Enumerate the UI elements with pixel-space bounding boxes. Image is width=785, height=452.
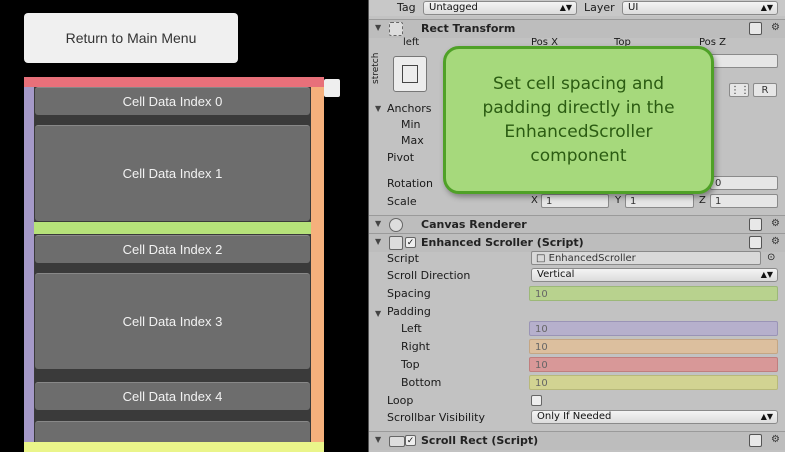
scrollbar-visibility-dropdown[interactable]: Only If Needed ▲▼ — [531, 410, 778, 424]
dropdown-arrow-icon: ▲▼ — [760, 270, 773, 279]
help-book-icon[interactable] — [749, 434, 762, 447]
padding-top-label: Top — [401, 358, 420, 371]
scrollbar-visibility-label: Scrollbar Visibility — [387, 411, 485, 424]
scroll-direction-label: Scroll Direction — [387, 269, 471, 282]
rect-transform-icon — [389, 22, 403, 36]
scale-z-label: Z — [699, 195, 706, 206]
collapse-triangle-icon[interactable]: ▼ — [375, 237, 381, 246]
gear-icon[interactable]: ⚙ — [771, 236, 780, 247]
rotation-label: Rotation — [387, 177, 434, 190]
posz-field[interactable] — [709, 54, 778, 68]
loop-checkbox[interactable] — [531, 395, 542, 406]
cell-item[interactable]: Cell Data Index 2 — [35, 235, 310, 263]
help-book-icon[interactable] — [749, 22, 762, 35]
return-to-main-menu-button[interactable]: Return to Main Menu — [24, 13, 238, 63]
component-title: Enhanced Scroller (Script) — [421, 236, 584, 249]
padding-top-indicator — [24, 77, 324, 87]
spacing-indicator — [34, 222, 311, 234]
gear-icon[interactable]: ⚙ — [771, 22, 780, 33]
tag-label: Tag — [397, 1, 416, 14]
padding-bottom-label: Bottom — [401, 376, 442, 389]
left-label: left — [403, 37, 420, 48]
anchor-min-label: Min — [401, 118, 421, 131]
scroller-view[interactable]: Cell Data Index 0 Cell Data Index 1 Cell… — [24, 77, 324, 452]
scroll-direction-dropdown[interactable]: Vertical ▲▼ — [531, 268, 778, 282]
padding-right-indicator — [311, 87, 324, 452]
anchor-preset-icon — [402, 65, 418, 83]
padding-right-field[interactable]: 10 — [529, 339, 778, 354]
scale-z-field[interactable]: 1 — [710, 194, 778, 208]
raw-edit-button[interactable]: R — [753, 83, 777, 97]
padding-left-field[interactable]: 10 — [529, 321, 778, 336]
enhanced-scroller-header[interactable]: ▼ ✓ Enhanced Scroller (Script) ⚙ — [369, 233, 785, 252]
canvas-renderer-header[interactable]: ▼ Canvas Renderer ⚙ — [369, 215, 785, 234]
anchor-presets-button[interactable] — [393, 56, 427, 92]
tag-value: Untagged — [429, 2, 478, 13]
script-label: Script — [387, 252, 419, 265]
collapse-triangle-icon[interactable]: ▼ — [375, 23, 381, 32]
canvas-renderer-icon — [389, 218, 403, 232]
rect-transform-header[interactable]: ▼ Rect Transform ⚙ — [369, 19, 785, 38]
script-file-icon: □ — [536, 253, 549, 264]
annotation-callout: Set cell spacing and padding directly in… — [443, 46, 714, 194]
scale-y-field[interactable]: 1 — [625, 194, 694, 208]
callout-text: Set cell spacing and padding directly in… — [482, 74, 675, 166]
padding-left-indicator — [24, 87, 34, 452]
help-book-icon[interactable] — [749, 218, 762, 231]
layer-label: Layer — [584, 1, 615, 14]
scroll-rect-header[interactable]: ▼ ✓ Scroll Rect (Script) ⚙ — [369, 431, 785, 450]
game-view: Return to Main Menu Cell Data Index 0 Ce… — [0, 0, 368, 452]
gear-icon[interactable]: ⚙ — [771, 434, 780, 445]
padding-left-label: Left — [401, 322, 422, 335]
padding-right-label: Right — [401, 340, 430, 353]
padding-top-field[interactable]: 10 — [529, 357, 778, 372]
scroll-direction-value: Vertical — [537, 269, 575, 280]
dropdown-arrow-icon: ▲▼ — [559, 3, 572, 12]
spacing-label: Spacing — [387, 287, 431, 300]
script-field[interactable]: □ EnhancedScroller — [531, 251, 761, 265]
tag-dropdown[interactable]: Untagged ▲▼ — [423, 1, 577, 15]
padding-bottom-indicator — [24, 442, 324, 452]
loop-label: Loop — [387, 394, 414, 407]
collapse-triangle-icon[interactable]: ▼ — [375, 219, 381, 228]
scale-x-field[interactable]: 1 — [541, 194, 609, 208]
pivot-label: Pivot — [387, 151, 415, 164]
component-title: Rect Transform — [421, 22, 516, 35]
cell-item[interactable]: Cell Data Index 0 — [35, 87, 310, 115]
anchor-max-label: Max — [401, 134, 424, 147]
script-value: EnhancedScroller — [548, 253, 636, 264]
scrollbar-handle[interactable] — [324, 79, 340, 97]
component-enabled-checkbox[interactable]: ✓ — [405, 237, 416, 248]
stretch-label: stretch — [371, 52, 381, 84]
scale-x-label: X — [531, 195, 538, 206]
dropdown-arrow-icon: ▲▼ — [760, 3, 773, 12]
component-title: Canvas Renderer — [421, 218, 527, 231]
cell-item[interactable]: Cell Data Index 4 — [35, 382, 310, 410]
component-title: Scroll Rect (Script) — [421, 434, 539, 447]
gear-icon[interactable]: ⚙ — [771, 218, 780, 229]
scale-y-label: Y — [615, 195, 622, 206]
padding-label: Padding — [387, 305, 431, 318]
spacing-field[interactable]: 10 — [529, 286, 778, 301]
tag-layer-row: Tag Untagged ▲▼ Layer UI ▲▼ — [369, 0, 785, 16]
layer-dropdown[interactable]: UI ▲▼ — [622, 1, 778, 15]
rotation-z-field[interactable]: 0 — [710, 176, 778, 190]
collapse-triangle-icon[interactable]: ▼ — [375, 435, 381, 444]
padding-triangle-icon[interactable]: ▼ — [375, 309, 381, 318]
padding-bottom-field[interactable]: 10 — [529, 375, 778, 390]
help-book-icon[interactable] — [749, 236, 762, 249]
anchors-triangle-icon[interactable]: ▼ — [375, 104, 381, 113]
object-picker-icon[interactable]: ⊙ — [767, 252, 775, 263]
layer-value: UI — [628, 2, 639, 13]
cell-item[interactable]: Cell Data Index 1 — [35, 125, 310, 221]
scale-label: Scale — [387, 195, 417, 208]
scroll-rect-icon — [389, 436, 405, 447]
scrollbar-visibility-value: Only If Needed — [537, 411, 612, 422]
anchors-label: Anchors — [387, 102, 432, 115]
dropdown-arrow-icon: ▲▼ — [760, 412, 773, 421]
cell-item[interactable]: Cell Data Index 3 — [35, 273, 310, 369]
blueprint-mode-button[interactable]: ⋮⋮ — [729, 83, 749, 97]
component-enabled-checkbox[interactable]: ✓ — [405, 435, 416, 446]
script-icon — [389, 236, 403, 250]
